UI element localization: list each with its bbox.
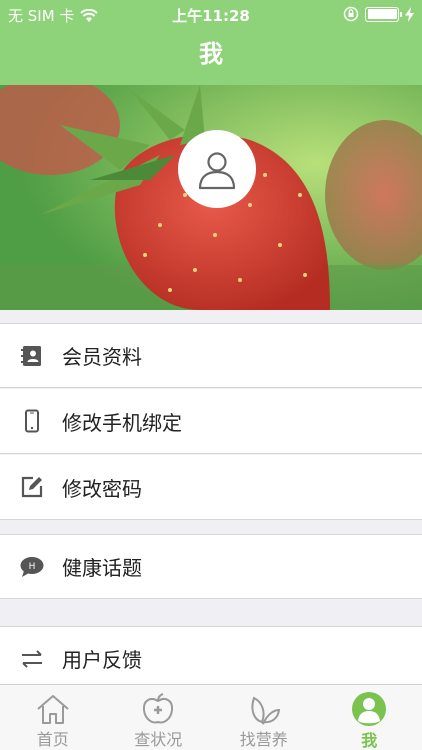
chat-bubble-icon: H [19, 554, 45, 580]
orientation-lock-icon [343, 6, 359, 22]
user-avatar-icon [198, 152, 236, 190]
tab-find-nutrition[interactable]: 找营养 [211, 685, 317, 750]
tab-label: 我 [361, 731, 378, 750]
tab-me[interactable]: 我 [317, 685, 422, 750]
home-icon [33, 691, 73, 726]
page-title: 我 [199, 40, 223, 68]
edit-icon [19, 474, 45, 500]
menu-item-change-phone[interactable]: 修改手机绑定 [0, 389, 422, 454]
exchange-icon [19, 646, 45, 672]
apple-health-icon [138, 691, 178, 726]
navigation-bar: 我 [0, 28, 422, 85]
menu-item-member-profile[interactable]: 会员资料 [0, 323, 422, 388]
tab-check-status[interactable]: 查状况 [106, 685, 212, 750]
status-bar: 无 SIM 卡 上午11:28 [0, 0, 422, 28]
tab-bar: 首页 查状况 找营养 我 [0, 684, 422, 750]
profile-icon [349, 691, 389, 727]
battery-fill [367, 9, 397, 19]
menu-item-label: 会员资料 [62, 345, 142, 369]
svg-text:H: H [29, 562, 36, 572]
menu-item-label: 健康话题 [62, 556, 142, 580]
phone-icon [19, 408, 45, 434]
tab-label: 查状况 [134, 730, 183, 749]
menu-item-label: 修改手机绑定 [62, 410, 182, 435]
tab-label: 首页 [36, 730, 69, 749]
battery-indicator [365, 6, 402, 22]
avatar-button[interactable] [178, 130, 256, 208]
profile-banner [0, 85, 422, 310]
menu-item-label: 用户反馈 [62, 648, 142, 672]
leaf-icon [244, 691, 284, 726]
menu-item-change-password[interactable]: 修改密码 [0, 455, 422, 520]
menu-item-label: 修改密码 [62, 476, 142, 501]
charging-bolt-icon [405, 6, 414, 22]
tab-label: 找营养 [239, 730, 288, 749]
address-book-icon [19, 343, 45, 369]
menu-item-feedback[interactable]: 用户反馈 [0, 626, 422, 691]
menu-item-health-topics[interactable]: H 健康话题 [0, 534, 422, 599]
tab-home[interactable]: 首页 [0, 685, 106, 750]
